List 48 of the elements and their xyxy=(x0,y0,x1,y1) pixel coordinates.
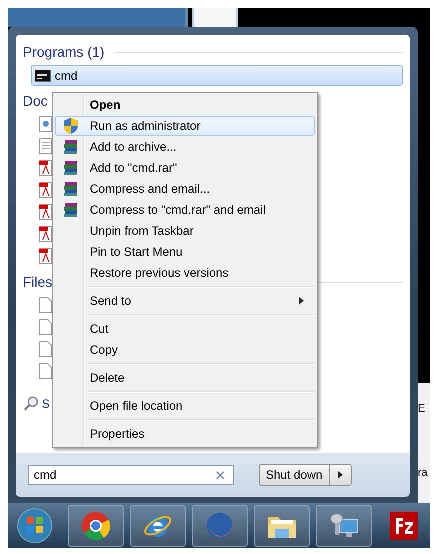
program-result[interactable]: cmd xyxy=(31,65,403,86)
caret-icon xyxy=(338,471,343,479)
chrome-icon xyxy=(81,510,111,540)
web-file-icon[interactable] xyxy=(39,116,53,133)
desktop-window xyxy=(192,8,238,27)
pdf-file-icon[interactable] xyxy=(39,248,53,265)
pdf-file-icon[interactable] xyxy=(39,204,53,221)
shut-down-options-button[interactable] xyxy=(330,464,352,486)
see-more-link[interactable]: S xyxy=(42,397,50,411)
pdf-file-icon[interactable] xyxy=(39,182,53,199)
taskbar-button[interactable] xyxy=(130,504,186,546)
taskbar-button[interactable] xyxy=(316,504,372,546)
console-icon xyxy=(35,70,51,82)
search-field[interactable]: cmd xyxy=(28,465,234,485)
menu-item[interactable]: Restore previous versions xyxy=(55,263,315,283)
menu-item[interactable]: Pin to Start Menu xyxy=(55,242,315,262)
search-icon xyxy=(23,396,39,412)
books-icon xyxy=(63,181,79,197)
start-button[interactable] xyxy=(16,506,54,544)
menu-item[interactable]: Delete xyxy=(55,368,315,388)
menu-item[interactable]: Send to xyxy=(55,291,315,311)
menu-item[interactable]: Add to "cmd.rar" xyxy=(55,158,315,178)
menu-item[interactable]: Open xyxy=(55,95,315,115)
menu-item[interactable]: Properties xyxy=(55,424,315,444)
taskbar-button[interactable] xyxy=(68,504,124,546)
menu-item[interactable]: Run as administrator xyxy=(55,116,315,136)
window-text: E xyxy=(418,403,426,415)
menu-item[interactable]: Open file location xyxy=(55,396,315,416)
books-icon xyxy=(63,160,79,176)
menu-item[interactable]: Compress to "cmd.rar" and email xyxy=(55,200,315,220)
menu-item[interactable]: Unpin from Taskbar xyxy=(55,221,315,241)
section-heading: Doc xyxy=(23,93,48,109)
books-icon xyxy=(63,202,79,218)
shield-icon xyxy=(63,117,79,135)
menu-item[interactable]: Compress and email... xyxy=(55,179,315,199)
section-heading: Programs (1) xyxy=(23,44,105,60)
menu-item[interactable]: Add to archive... xyxy=(55,137,315,157)
menu-item[interactable]: Cut xyxy=(55,319,315,339)
window-text: ra xyxy=(418,467,428,479)
text-file-icon[interactable] xyxy=(39,138,53,155)
pdf-file-icon[interactable] xyxy=(39,160,53,177)
shut-down-button[interactable]: Shut down xyxy=(259,464,330,486)
clear-icon[interactable] xyxy=(216,470,225,480)
section-heading: Files xyxy=(23,274,53,290)
pdf-file-icon[interactable] xyxy=(39,226,53,243)
menu-item[interactable]: Copy xyxy=(55,340,315,360)
books-icon xyxy=(63,139,79,155)
taskbar-button[interactable] xyxy=(254,504,310,546)
